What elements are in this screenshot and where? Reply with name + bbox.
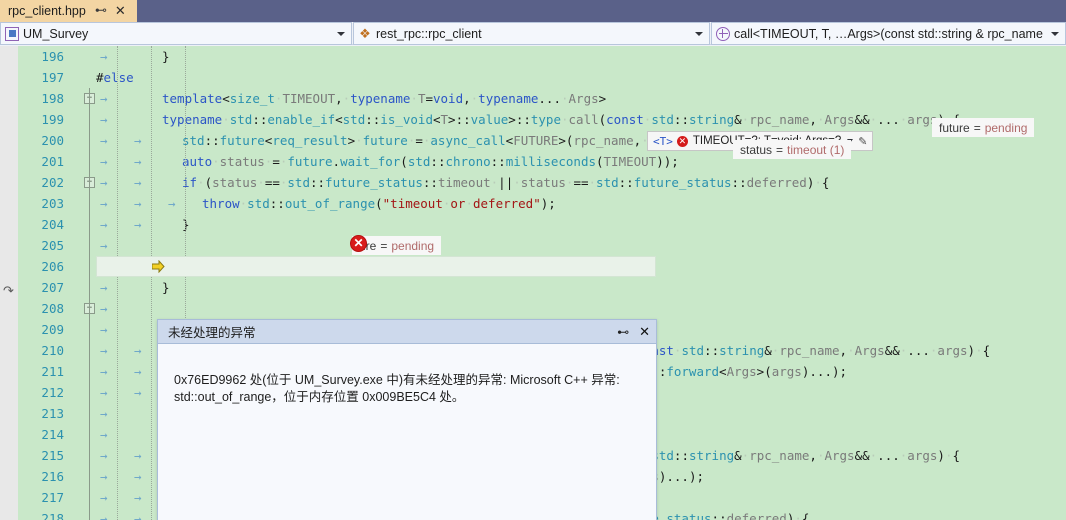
template-param-label: <T> <box>653 134 673 148</box>
member-dropdown[interactable]: call<TIMEOUT, T, …Args>(const std::strin… <box>711 22 1066 45</box>
code-line[interactable]: 199−→typename·std::enable_if<std::is_voi… <box>0 109 1066 188</box>
project-icon <box>5 26 19 41</box>
chevron-down-icon[interactable] <box>695 31 703 36</box>
datatip-value: timeout (1) <box>787 142 845 157</box>
line-number: 214 <box>41 427 64 442</box>
line-number: 197 <box>41 70 64 85</box>
datatip-equals: = <box>973 120 981 135</box>
current-statement-highlight <box>96 256 656 277</box>
code-text: #else <box>96 70 134 85</box>
line-number: 199 <box>41 112 64 127</box>
line-number: 215 <box>41 448 64 463</box>
project-dropdown-label: UM_Survey <box>23 26 89 41</box>
exception-dialog[interactable]: 未经处理的异常 ⊷ ✕ 0x76ED9962 处(位于 UM_Survey.ex… <box>157 319 657 520</box>
exception-message: 0x76ED9962 处(位于 UM_Survey.exe 中)有未经处理的异常… <box>174 373 620 404</box>
code-text: throw·std::out_of_range("timeout·or·defe… <box>202 196 556 211</box>
namespace-dropdown[interactable]: ❖ rest_rpc::rpc_client <box>353 22 710 45</box>
project-dropdown[interactable]: UM_Survey <box>0 22 352 45</box>
line-number: 211 <box>41 364 64 379</box>
code-editor[interactable]: ↷ 196→}197−#else198→template<size_t·TIME… <box>0 46 1066 520</box>
editor-tab-strip: rpc_client.hpp ⊷ ✕ <box>0 0 1066 22</box>
line-number: 212 <box>41 385 64 400</box>
line-number: 217 <box>41 490 64 505</box>
code-line[interactable]: 198 → template<size_t·TIMEOUT,·typename·T=… <box>0 88 1066 109</box>
namespace-icon: ❖ <box>359 25 371 41</box>
code-text: typename·std::enable_if<std::is_void<T>:… <box>162 112 960 127</box>
close-icon[interactable]: ✕ <box>639 324 650 340</box>
line-number: 206 <box>41 259 64 274</box>
member-dropdown-label: call<TIMEOUT, T, …Args>(const std::strin… <box>734 26 1043 41</box>
datatip-future[interactable]: future = pending <box>932 118 1035 137</box>
line-number: 200 <box>41 133 64 148</box>
code-line[interactable]: 207 →} <box>0 277 1066 298</box>
code-line[interactable]: 205 → <box>0 235 1066 256</box>
current-statement-arrow-icon <box>152 260 165 273</box>
datatip-name: future <box>939 120 970 135</box>
code-line[interactable]: 204 → →} <box>0 214 1066 235</box>
fold-region-line <box>89 88 90 520</box>
code-line[interactable]: 203 → → → throw·std::out_of_range("timeout·o… <box>0 193 1066 214</box>
exception-error-icon[interactable]: ✕ <box>350 235 367 252</box>
chevron-down-icon[interactable] <box>337 31 345 36</box>
line-number: 218 <box>41 511 64 520</box>
namespace-dropdown-label: rest_rpc::rpc_client <box>376 26 482 41</box>
line-number: 205 <box>41 238 64 253</box>
line-number: 202 <box>41 175 64 190</box>
code-line[interactable]: 200 → → std::future<req_result>·future·=·as… <box>0 130 1066 151</box>
code-text: if·(status·==·std::future_status::timeou… <box>182 175 830 190</box>
code-text: } <box>162 280 170 295</box>
datatip-status[interactable]: status = timeout (1) <box>733 140 852 159</box>
datatip-equals: = <box>380 238 388 253</box>
code-line[interactable]: 196 →} <box>0 46 1066 67</box>
editor-tab-rpc-client-hpp[interactable]: rpc_client.hpp ⊷ ✕ <box>0 0 137 22</box>
pin-icon[interactable]: ⊷ <box>617 325 629 339</box>
visual-studio-window: rpc_client.hpp ⊷ ✕ UM_Survey ❖ rest_rpc:… <box>0 0 1066 520</box>
line-number: 196 <box>41 49 64 64</box>
code-line[interactable]: 202−→→if·(status·==·std::future_status::… <box>0 172 1066 314</box>
exception-dialog-body: 0x76ED9962 处(位于 UM_Survey.exe 中)有未经处理的异常… <box>158 344 656 520</box>
code-text: auto·status·=·future.wait_for(std::chron… <box>182 154 679 169</box>
datatip-value: pending <box>391 238 435 253</box>
line-number: 201 <box>41 154 64 169</box>
error-icon: ✕ <box>676 135 688 147</box>
indent-guide <box>117 46 119 520</box>
line-number: 204 <box>41 217 64 232</box>
exception-dialog-title: 未经处理的异常 <box>168 326 256 340</box>
line-number: 216 <box>41 469 64 484</box>
code-text: } <box>162 49 170 64</box>
line-number: 209 <box>41 322 64 337</box>
method-icon <box>716 26 730 41</box>
pin-icon[interactable]: ⊷ <box>95 4 107 16</box>
datatip-value: pending <box>984 120 1028 135</box>
editor-tab-title: rpc_client.hpp <box>8 4 86 18</box>
code-line[interactable]: 197−#else <box>0 67 1066 104</box>
code-line[interactable]: 201 → → auto·status·=·future.wait_for(std::… <box>0 151 1066 172</box>
code-text: template<size_t·TIMEOUT,·typename·T=void… <box>162 91 607 106</box>
line-number: 207 <box>41 280 64 295</box>
chevron-down-icon[interactable] <box>1051 31 1059 36</box>
line-number: 210 <box>41 343 64 358</box>
indent-guide <box>151 46 153 520</box>
line-number: 203 <box>41 196 64 211</box>
datatip-name: status <box>740 142 773 157</box>
navigation-bar: UM_Survey ❖ rest_rpc::rpc_client call<TI… <box>0 22 1066 45</box>
line-number: 198 <box>41 91 64 106</box>
close-icon[interactable]: ✕ <box>115 4 126 17</box>
datatip-equals: = <box>776 142 784 157</box>
exception-dialog-titlebar: 未经处理的异常 ⊷ ✕ <box>158 320 656 344</box>
code-line[interactable]: 208 → <box>0 298 1066 319</box>
line-number: 208 <box>41 301 64 316</box>
edit-pencil-icon[interactable]: ✎ <box>858 135 867 148</box>
line-number: 213 <box>41 406 64 421</box>
